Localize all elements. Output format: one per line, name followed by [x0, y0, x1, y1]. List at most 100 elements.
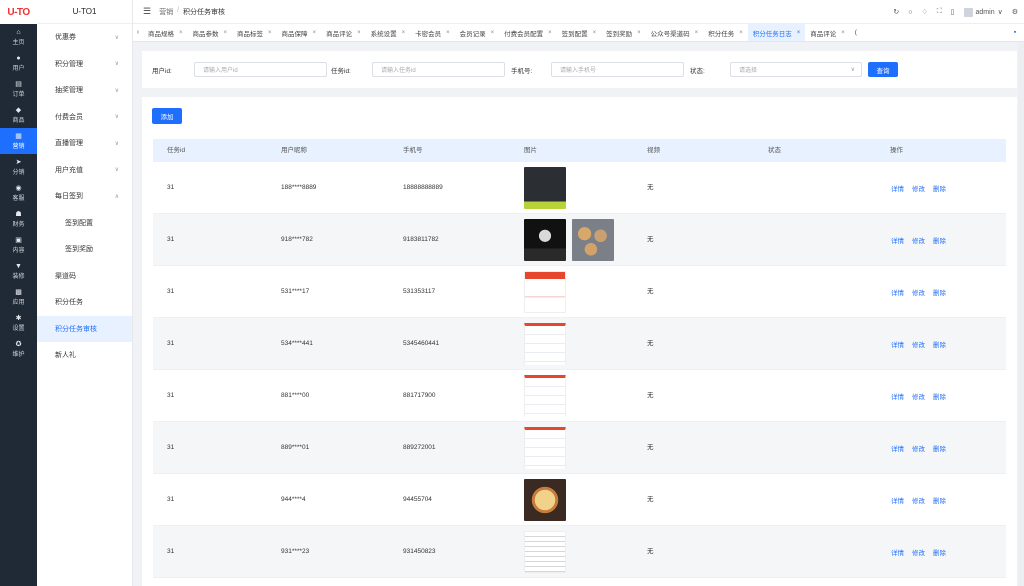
delete-link[interactable]: 删除 [933, 235, 946, 245]
close-icon[interactable]: × [402, 30, 406, 36]
user-id-input[interactable]: 请输入用户id [194, 62, 327, 77]
rail-item-order[interactable]: ▤ 订单 [0, 76, 37, 102]
delete-link[interactable]: 删除 [933, 495, 946, 505]
page-scrollbar[interactable] [1018, 42, 1024, 586]
tab-item[interactable]: 签到奖励 × [601, 24, 646, 41]
tab-item[interactable]: 会员记录 × [455, 24, 500, 41]
tab-item[interactable]: 公众号渠道码 × [646, 24, 704, 41]
tab-item[interactable]: 商品标签 × [232, 24, 277, 41]
sub-menu-item-daily-signin[interactable]: 每日签到 ∧ [37, 183, 132, 210]
refresh-icon[interactable]: ↻ [893, 8, 899, 16]
tab-item[interactable]: 商品参数 × [188, 24, 233, 41]
rail-item-goods[interactable]: ◆ 商品 [0, 102, 37, 128]
rail-item-user[interactable]: ● 用户 [0, 50, 37, 76]
close-icon[interactable]: × [739, 30, 743, 36]
task-id-input[interactable]: 请输入任务id [372, 62, 505, 77]
sub-menu-item-live[interactable]: 直播管理 ∨ [37, 130, 132, 157]
close-icon[interactable]: × [224, 30, 228, 36]
detail-link[interactable]: 详情 [891, 287, 904, 297]
close-icon[interactable]: × [491, 30, 495, 36]
edit-link[interactable]: 修改 [912, 495, 925, 505]
tab-item[interactable]: 积分任务 × [703, 24, 748, 41]
detail-link[interactable]: 详情 [891, 547, 904, 557]
close-icon[interactable]: × [446, 30, 450, 36]
tab-item[interactable]: 商品评论 × [805, 24, 850, 41]
rail-item-home[interactable]: ⌂ 主页 [0, 24, 37, 50]
tab-item[interactable]: 商品评论 × [321, 24, 366, 41]
rail-item-maintenance[interactable]: ✪ 维护 [0, 336, 37, 362]
image-thumbnail[interactable] [524, 479, 566, 521]
close-icon[interactable]: × [268, 30, 272, 36]
close-icon[interactable]: × [313, 30, 317, 36]
edit-link[interactable]: 修改 [912, 547, 925, 557]
image-thumbnail[interactable] [524, 531, 566, 573]
delete-link[interactable]: 删除 [933, 443, 946, 453]
close-icon[interactable]: × [841, 30, 845, 36]
status-select[interactable]: 请选择 ∨ [730, 62, 862, 77]
close-icon[interactable]: × [179, 30, 183, 36]
notification-icon[interactable]: ♢ [921, 8, 927, 16]
delete-link[interactable]: 删除 [933, 183, 946, 193]
sub-menu-item-signin-config[interactable]: 签到配置 [37, 210, 132, 237]
edit-link[interactable]: 修改 [912, 287, 925, 297]
sub-menu-item-points-task-review[interactable]: 积分任务审核 [37, 315, 132, 342]
sub-menu-item-paid-member[interactable]: 付费会员 ∨ [37, 104, 132, 131]
close-icon[interactable]: × [797, 30, 801, 36]
tabs-scroll-left-icon[interactable]: ‹ [133, 29, 143, 36]
detail-link[interactable]: 详情 [891, 339, 904, 349]
image-thumbnail[interactable] [524, 271, 566, 313]
add-button[interactable]: 添加 [152, 108, 182, 124]
detail-link[interactable]: 详情 [891, 235, 904, 245]
sub-menu-item-coupon[interactable]: 优惠券 ∨ [37, 24, 132, 51]
detail-link[interactable]: 详情 [891, 495, 904, 505]
tab-item[interactable]: 卡密会员 × [410, 24, 455, 41]
detail-link[interactable]: 详情 [891, 391, 904, 401]
tab-item[interactable]: ( [850, 24, 862, 41]
rail-item-finance[interactable]: ☗ 财务 [0, 206, 37, 232]
tab-item[interactable]: 商品规格 × [143, 24, 188, 41]
sub-menu-item-points[interactable]: 积分管理 ∨ [37, 51, 132, 78]
delete-link[interactable]: 删除 [933, 391, 946, 401]
close-icon[interactable]: × [357, 30, 361, 36]
image-thumbnail[interactable] [524, 375, 566, 417]
tab-item[interactable]: 系统设置 × [366, 24, 411, 41]
close-icon[interactable]: × [695, 30, 699, 36]
phone-input[interactable]: 请输入手机号 [551, 62, 684, 77]
tab-item[interactable]: 积分任务日志 × [747, 24, 806, 41]
image-thumbnail[interactable] [572, 219, 614, 261]
tab-item[interactable]: 签到配置 × [557, 24, 602, 41]
delete-link[interactable]: 删除 [933, 339, 946, 349]
sub-menu-item-newcomer-gift[interactable]: 新人礼 [37, 342, 132, 369]
edit-link[interactable]: 修改 [912, 235, 925, 245]
detail-link[interactable]: 详情 [891, 183, 904, 193]
sub-menu-item-points-task[interactable]: 积分任务 [37, 289, 132, 316]
close-icon[interactable]: × [593, 30, 597, 36]
menu-toggle-icon[interactable]: ☰ [143, 6, 151, 17]
rail-item-settings[interactable]: ✱ 设置 [0, 310, 37, 336]
breadcrumb-item[interactable]: 营销 [159, 7, 173, 17]
image-thumbnail[interactable] [524, 323, 566, 365]
rail-item-apps[interactable]: ▩ 应用 [0, 284, 37, 310]
detail-link[interactable]: 详情 [891, 443, 904, 453]
sub-menu-item-channel-code[interactable]: 渠道码 [37, 263, 132, 290]
tabs-grid-icon[interactable]: ▪ [1010, 29, 1020, 36]
image-thumbnail[interactable] [524, 219, 566, 261]
query-button[interactable]: 查询 [868, 62, 898, 77]
rail-item-decoration[interactable]: ▼ 装修 [0, 258, 37, 284]
rail-item-marketing[interactable]: ▦ 营销 [0, 128, 37, 154]
sub-menu-item-recharge[interactable]: 用户充值 ∨ [37, 157, 132, 184]
mobile-icon[interactable]: ▯ [951, 8, 955, 16]
search-icon[interactable]: ○ [908, 9, 912, 16]
settings-icon[interactable]: ⚙ [1012, 8, 1018, 16]
delete-link[interactable]: 删除 [933, 547, 946, 557]
delete-link[interactable]: 删除 [933, 287, 946, 297]
tab-item[interactable]: 付费会员配置 × [499, 24, 557, 41]
rail-item-content[interactable]: ▣ 内容 [0, 232, 37, 258]
edit-link[interactable]: 修改 [912, 391, 925, 401]
image-thumbnail[interactable] [524, 167, 566, 209]
sub-menu-item-signin-reward[interactable]: 签到奖励 [37, 236, 132, 263]
close-icon[interactable]: × [637, 30, 641, 36]
user-menu[interactable]: admin ∨ [963, 7, 1003, 17]
edit-link[interactable]: 修改 [912, 443, 925, 453]
edit-link[interactable]: 修改 [912, 339, 925, 349]
